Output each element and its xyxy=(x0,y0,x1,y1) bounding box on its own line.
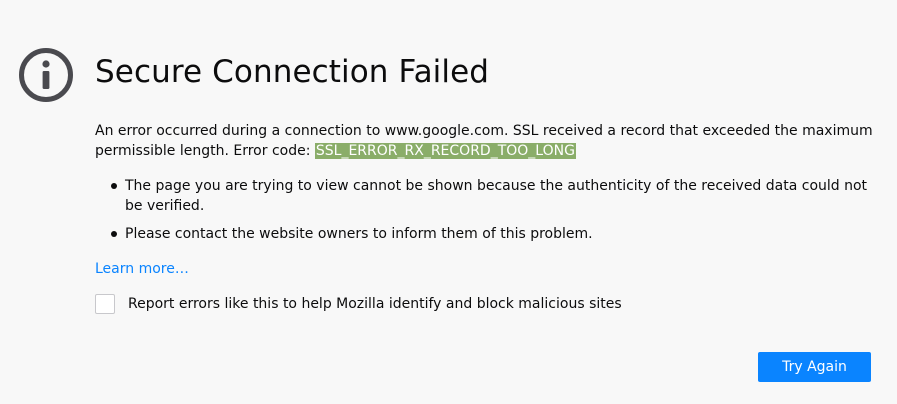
list-item-text: The page you are trying to view cannot b… xyxy=(125,178,868,214)
bullet-icon xyxy=(111,183,117,189)
list-item: Please contact the website owners to inf… xyxy=(95,224,875,244)
report-errors-label[interactable]: Report errors like this to help Mozilla … xyxy=(128,294,622,314)
try-again-button[interactable]: Try Again xyxy=(758,352,871,382)
list-item-text: Please contact the website owners to inf… xyxy=(125,226,593,242)
bullet-icon xyxy=(111,231,117,237)
error-page: Secure Connection Failed An error occurr… xyxy=(0,0,897,404)
report-errors-row: Report errors like this to help Mozilla … xyxy=(95,293,622,315)
learn-more-link[interactable]: Learn more… xyxy=(95,259,189,279)
info-circle-icon xyxy=(19,48,73,102)
error-details-list: The page you are trying to view cannot b… xyxy=(95,176,875,252)
error-description: An error occurred during a connection to… xyxy=(95,121,875,161)
page-title: Secure Connection Failed xyxy=(95,54,490,90)
error-code: SSL_ERROR_RX_RECORD_TOO_LONG xyxy=(314,143,576,159)
report-errors-checkbox[interactable] xyxy=(95,294,115,314)
list-item: The page you are trying to view cannot b… xyxy=(95,176,875,216)
